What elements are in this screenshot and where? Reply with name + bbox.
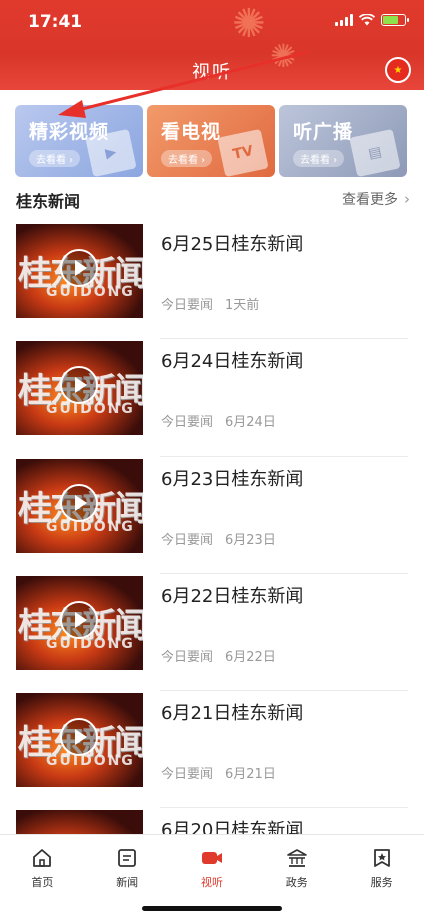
news-meta: 今日要闻 6月23日 <box>161 529 276 548</box>
news-icon <box>118 849 137 867</box>
chevron-right-icon: › <box>404 190 410 208</box>
news-time: 6月21日 <box>225 767 276 783</box>
news-meta: 今日要闻 6月21日 <box>161 763 276 782</box>
section-title: 桂东新闻 <box>16 192 81 211</box>
news-item[interactable]: 桂东新闻 GUIDONG 6月25日桂东新闻 今日要闻 1天前 <box>0 222 424 340</box>
news-tag: 今日要闻 <box>161 298 214 313</box>
news-title: 6月23日桂东新闻 <box>161 468 304 490</box>
thumb-subtitle-art: GUIDONG <box>46 635 135 652</box>
news-time: 1天前 <box>225 298 260 313</box>
news-item[interactable]: 桂东新闻 GUIDONG 6月23日桂东新闻 今日要闻 6月23日 <box>0 457 424 574</box>
battery-icon <box>381 14 409 26</box>
signal-icon <box>335 14 353 26</box>
news-title: 6月24日桂东新闻 <box>161 351 304 373</box>
home-icon <box>33 849 52 867</box>
news-tag: 今日要闻 <box>161 767 214 783</box>
status-icons <box>335 14 409 26</box>
nav-label: 首页 <box>31 876 54 889</box>
firework-decoration: ✺ <box>232 1 266 47</box>
news-tag: 今日要闻 <box>161 415 214 431</box>
news-thumbnail: 桂东新闻 GUIDONG <box>16 224 143 318</box>
video-icon <box>201 852 222 864</box>
category-cards: 精彩视频 去看看 › ▶ 看电视 去看看 › TV 听广播 去看看 › ▤ <box>15 105 409 177</box>
view-more-link[interactable]: 查看更多 › <box>342 189 410 209</box>
status-time: 17:41 <box>28 12 83 32</box>
home-indicator[interactable] <box>142 906 282 911</box>
news-title: 6月21日桂东新闻 <box>161 703 304 725</box>
news-time: 6月22日 <box>225 649 276 665</box>
government-icon <box>286 849 307 867</box>
news-item[interactable]: 桂东新闻 GUIDONG 6月24日桂东新闻 今日要闻 6月24日 <box>0 339 424 457</box>
card-title: 精彩视频 <box>29 121 110 143</box>
news-tag: 今日要闻 <box>161 532 214 548</box>
app-header: ✺ ✺ 17:41 视听 ★ <box>0 0 424 90</box>
thumb-subtitle-art: GUIDONG <box>46 518 135 535</box>
nav-item-home[interactable]: 首页 <box>7 847 77 919</box>
news-title: 6月22日桂东新闻 <box>161 585 304 607</box>
news-item[interactable]: 桂东新闻 GUIDONG 6月21日桂东新闻 今日要闻 6月21日 <box>0 691 424 809</box>
thumb-subtitle-art: GUIDONG <box>46 753 135 770</box>
card-featured-video[interactable]: 精彩视频 去看看 › ▶ <box>15 105 143 177</box>
play-icon[interactable] <box>60 249 98 287</box>
wifi-icon <box>359 14 375 26</box>
page-title: 视听 <box>192 62 232 83</box>
news-meta: 今日要闻 6月24日 <box>161 411 276 430</box>
card-go-button[interactable]: 去看看 › <box>29 150 81 167</box>
news-time: 6月23日 <box>225 532 276 548</box>
card-go-button[interactable]: 去看看 › <box>161 150 213 167</box>
news-title: 6月25日桂东新闻 <box>161 234 304 255</box>
card-listen-radio[interactable]: 听广播 去看看 › ▤ <box>279 105 407 177</box>
news-list: 桂东新闻 GUIDONG 6月25日桂东新闻 今日要闻 1天前 桂东新闻 GUI… <box>0 222 424 919</box>
nav-label: 政务 <box>285 876 308 889</box>
nav-label: 视听 <box>200 876 223 889</box>
news-thumbnail: 桂东新闻 GUIDONG <box>16 575 143 670</box>
thumb-subtitle-art: GUIDONG <box>46 401 135 418</box>
card-title: 看电视 <box>161 121 222 143</box>
view-more-label: 查看更多 <box>342 192 398 208</box>
news-thumbnail: 桂东新闻 GUIDONG <box>16 458 143 553</box>
nav-label: 服务 <box>370 876 393 889</box>
news-tag: 今日要闻 <box>161 649 214 665</box>
service-icon <box>373 849 390 867</box>
news-meta: 今日要闻 6月22日 <box>161 646 276 665</box>
news-item[interactable]: 桂东新闻 GUIDONG 6月22日桂东新闻 今日要闻 6月22日 <box>0 574 424 692</box>
card-pill-label: 去看看 <box>168 155 198 166</box>
play-icon[interactable] <box>60 718 98 757</box>
card-title: 听广播 <box>293 121 354 143</box>
card-watch-tv[interactable]: 看电视 去看看 › TV <box>147 105 275 177</box>
news-time: 6月24日 <box>225 415 276 431</box>
card-pill-label: 去看看 <box>300 155 330 166</box>
card-go-button[interactable]: 去看看 › <box>293 150 345 167</box>
play-icon[interactable] <box>60 483 98 522</box>
news-thumbnail: 桂东新闻 GUIDONG <box>16 341 143 436</box>
news-thumbnail: 桂东新闻 GUIDONG <box>16 693 143 788</box>
nav-label: 新闻 <box>116 876 139 889</box>
nav-item-service[interactable]: 服务 <box>347 847 417 919</box>
flag-icon[interactable]: ★ <box>385 57 411 83</box>
card-pill-label: 去看看 <box>36 155 66 166</box>
play-icon[interactable] <box>60 600 98 639</box>
thumb-subtitle-art: GUIDONG <box>46 284 135 300</box>
news-meta: 今日要闻 1天前 <box>161 294 259 313</box>
